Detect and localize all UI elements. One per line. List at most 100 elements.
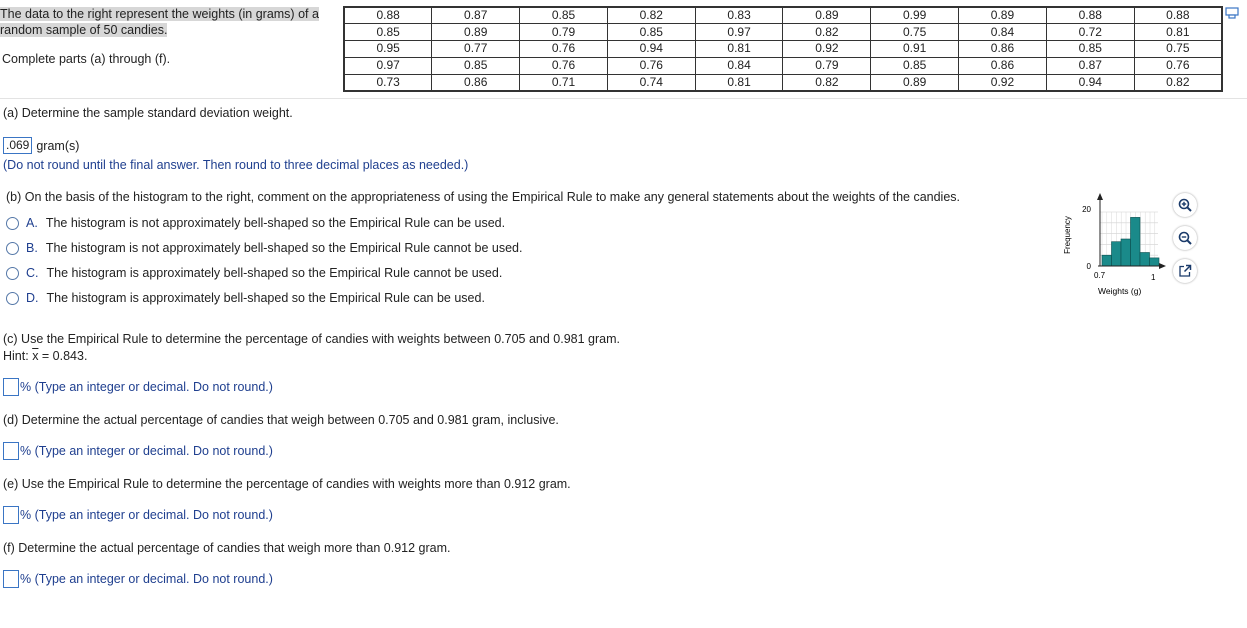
- part-e-answer-input[interactable]: [3, 506, 19, 524]
- intro-text: The data to the right represent the weig…: [0, 6, 340, 38]
- expand-button[interactable]: [1173, 259, 1197, 283]
- data-cell: 0.71: [519, 73, 608, 92]
- data-cell: 0.77: [431, 40, 521, 58]
- part-a-unit: gram(s): [36, 138, 80, 153]
- data-cell: 0.84: [958, 23, 1047, 42]
- intro-line-1: The data to the right represent the weig…: [0, 7, 319, 21]
- radio-c[interactable]: [6, 266, 19, 280]
- data-cell: 0.81: [694, 73, 784, 92]
- zoom-in-icon: [1178, 198, 1192, 212]
- data-cell: 0.86: [431, 73, 521, 92]
- data-cell: 0.92: [958, 73, 1047, 92]
- histogram-bar: [1101, 254, 1112, 267]
- option-d[interactable]: D. The histogram is approximately bell-s…: [6, 291, 485, 305]
- radio-a[interactable]: [6, 216, 19, 230]
- data-cell: 0.81: [694, 40, 784, 58]
- x-tick-left: 0.7: [1094, 271, 1106, 280]
- part-c-answer-input[interactable]: [3, 378, 19, 396]
- expand-icon: [1179, 264, 1192, 277]
- data-cell: 0.94: [1045, 73, 1135, 92]
- option-b-text: The histogram is not approximately bell-…: [45, 241, 523, 255]
- data-cell: 0.79: [782, 56, 872, 75]
- data-cell: 0.91: [870, 40, 960, 58]
- part-c-answer-hint: % (Type an integer or decimal. Do not ro…: [20, 380, 273, 394]
- x-axis-arrow: [1159, 263, 1166, 269]
- option-a[interactable]: A. The histogram is not approximately be…: [6, 216, 505, 230]
- zoom-in-button[interactable]: [1173, 193, 1197, 217]
- data-row: 0.85 0.89 0.79 0.85 0.97 0.82 0.75 0.84 0.72 0.81: [343, 23, 1223, 42]
- data-cell: 0.87: [431, 6, 521, 25]
- part-f-answer-row: % (Type an integer or decimal. Do not ro…: [3, 570, 273, 588]
- data-row: 0.73 0.86 0.71 0.74 0.81 0.82 0.89 0.92 0.94 0.82: [343, 73, 1223, 92]
- option-d-letter: D.: [26, 291, 39, 305]
- data-cell: 0.85: [606, 23, 696, 42]
- radio-b[interactable]: [6, 241, 19, 255]
- data-cell: 0.88: [1133, 6, 1223, 25]
- data-cell: 0.89: [782, 6, 872, 25]
- data-cell: 0.89: [431, 23, 521, 42]
- complete-instruction: Complete parts (a) through (f).: [2, 52, 171, 66]
- option-c[interactable]: C. The histogram is approximately bell-s…: [6, 266, 502, 280]
- histogram-bar: [1139, 252, 1150, 267]
- data-table: 0.88 0.87 0.85 0.82 0.83 0.89 0.99 0.89 0.88 0.88…: [343, 6, 1223, 92]
- part-a-answer-input[interactable]: .069: [3, 137, 33, 154]
- data-cell: 0.72: [1045, 23, 1135, 42]
- divider: [0, 98, 1247, 99]
- data-row: 0.95 0.77 0.76 0.94 0.81 0.92 0.91 0.86 0.85 0.75: [343, 40, 1223, 58]
- radio-d[interactable]: [6, 291, 19, 305]
- part-d-answer-input[interactable]: [3, 442, 19, 460]
- part-c-hint-prefix: Hint:: [3, 349, 33, 363]
- data-cell: 0.88: [343, 6, 433, 25]
- part-f-answer-input[interactable]: [3, 570, 19, 588]
- part-e-question: (e) Use the Empirical Rule to determine …: [3, 477, 571, 491]
- data-cell: 0.95: [343, 40, 433, 58]
- part-a-question: (a) Determine the sample standard deviat…: [3, 106, 293, 120]
- histogram-bar: [1120, 238, 1131, 267]
- copy-data-icon[interactable]: [1225, 7, 1239, 19]
- data-cell: 0.84: [694, 56, 784, 75]
- data-row: 0.88 0.87 0.85 0.82 0.83 0.89 0.99 0.89 0.88 0.88: [343, 6, 1223, 25]
- part-c-answer-row: % (Type an integer or decimal. Do not ro…: [3, 378, 273, 396]
- data-cell: 0.99: [870, 6, 960, 25]
- histogram-bar: [1111, 241, 1122, 267]
- option-a-text: The histogram is not approximately bell-…: [45, 216, 506, 230]
- data-cell: 0.97: [343, 56, 433, 75]
- part-f-answer-hint: % (Type an integer or decimal. Do not ro…: [20, 572, 273, 586]
- part-e-answer-hint: % (Type an integer or decimal. Do not ro…: [20, 508, 273, 522]
- option-a-letter: A.: [26, 216, 38, 230]
- data-cell: 0.87: [1045, 56, 1135, 75]
- x-tick-right: 1: [1151, 273, 1156, 282]
- data-cell: 0.75: [870, 23, 960, 42]
- part-e-answer-row: % (Type an integer or decimal. Do not ro…: [3, 506, 273, 524]
- histogram-bar: [1130, 217, 1141, 267]
- data-cell: 0.94: [606, 40, 696, 58]
- data-cell: 0.85: [431, 56, 521, 75]
- part-c-question: (c) Use the Empirical Rule to determine …: [3, 332, 621, 346]
- data-cell: 0.82: [782, 23, 872, 42]
- zoom-out-button[interactable]: [1173, 226, 1197, 250]
- part-d-answer-hint: % (Type an integer or decimal. Do not ro…: [20, 444, 273, 458]
- zoom-out-icon: [1178, 231, 1192, 245]
- option-b[interactable]: B. The histogram is not approximately be…: [6, 241, 522, 255]
- data-cell: 0.86: [958, 40, 1047, 58]
- data-cell: 0.92: [782, 40, 872, 58]
- y-axis-label: Frequency: [1063, 216, 1072, 254]
- data-cell: 0.76: [519, 40, 608, 58]
- data-cell: 0.76: [1133, 56, 1223, 75]
- data-cell: 0.82: [606, 6, 696, 25]
- data-cell: 0.89: [958, 6, 1047, 25]
- part-f-question: (f) Determine the actual percentage of c…: [3, 541, 451, 555]
- data-cell: 0.86: [958, 56, 1047, 75]
- data-cell: 0.82: [782, 73, 872, 92]
- part-d-question: (d) Determine the actual percentage of c…: [3, 413, 559, 427]
- x-axis-label: Weights (g): [1098, 286, 1141, 296]
- data-cell: 0.88: [1045, 6, 1135, 25]
- y-tick-top: 20: [1082, 205, 1091, 214]
- data-cell: 0.83: [694, 6, 784, 25]
- part-c-question-block: (c) Use the Empirical Rule to determine …: [3, 331, 620, 365]
- histogram-bar: [1149, 257, 1160, 267]
- data-cell: 0.76: [606, 56, 696, 75]
- intro-line-2: random sample of 50 candies.: [0, 23, 168, 37]
- data-cell: 0.85: [343, 23, 433, 42]
- data-cell: 0.73: [343, 73, 433, 92]
